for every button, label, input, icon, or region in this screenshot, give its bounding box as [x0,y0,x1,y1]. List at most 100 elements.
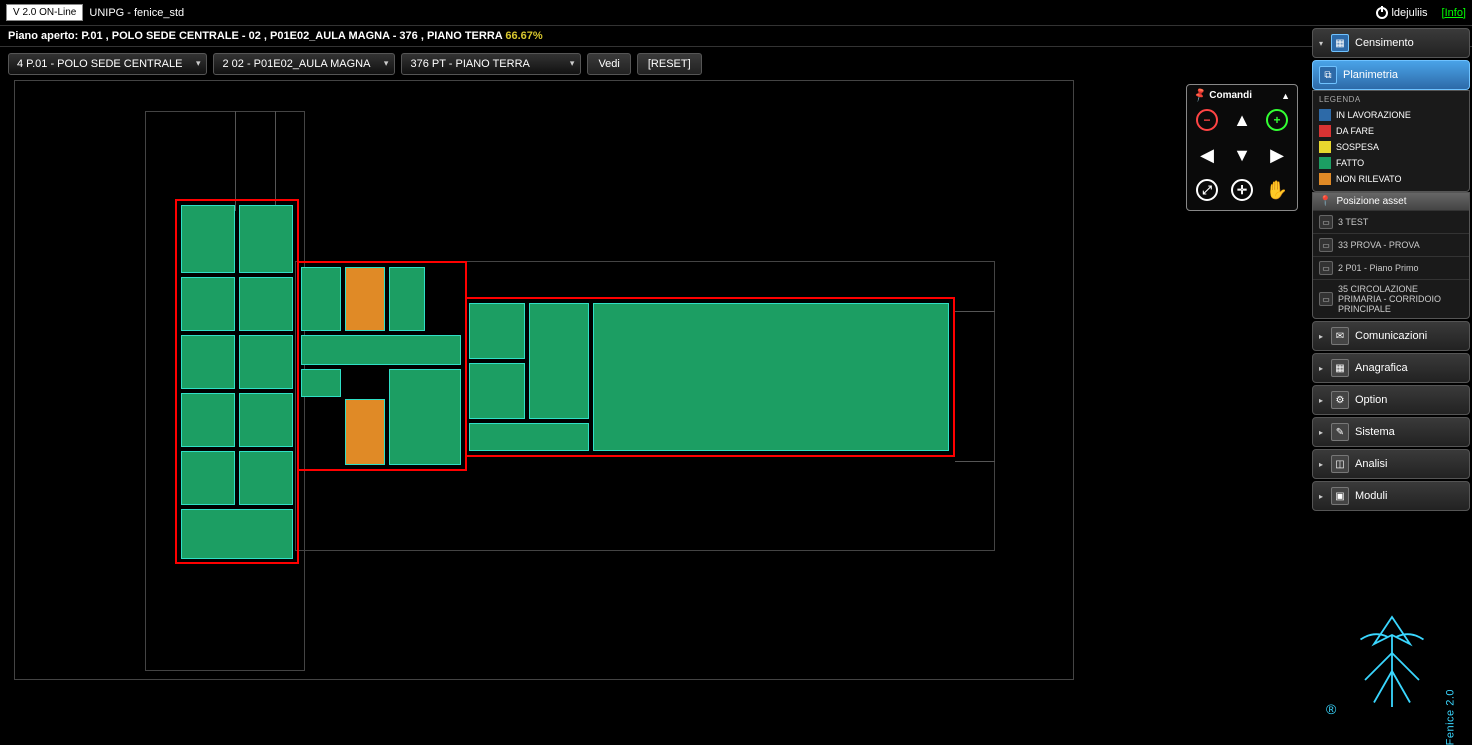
chevron-right-icon: ▸ [1319,396,1325,405]
sidebar-item-analisi[interactable]: ▸ ◫ Analisi [1312,449,1470,479]
room[interactable] [529,303,589,419]
legend-panel: LEGENDA IN LAVORAZIONE DA FARE SOSPESA F… [1312,90,1470,192]
room[interactable] [345,267,385,331]
user-session[interactable]: ldejuliis [1376,7,1427,19]
legend-swatch [1319,125,1331,137]
zoom-fit-button[interactable]: ⤢ [1191,174,1223,206]
pan-right-button[interactable]: ▶ [1261,139,1293,171]
sidebar: ▾ ▦ Censimento ⧉ Planimetria LEGENDA IN … [1312,28,1470,511]
progress-percent: 66.67% [505,30,542,42]
modules-icon: ▣ [1331,487,1349,505]
room[interactable] [301,369,341,397]
room[interactable] [181,393,235,447]
edificio-select[interactable]: 2 02 - P01E02_AULA MAGNA [213,53,395,75]
room[interactable] [181,277,235,331]
sidebar-item-moduli[interactable]: ▸ ▣ Moduli [1312,481,1470,511]
room[interactable] [301,267,341,331]
piano-select[interactable]: 376 PT - PIANO TERRA [401,53,581,75]
sidebar-item-anagrafica[interactable]: ▸ ▦ Anagrafica [1312,353,1470,383]
asset-header[interactable]: 📍 Posizione asset [1313,193,1469,210]
room[interactable] [389,369,461,465]
sidebar-item-comunicazioni[interactable]: ▸ ✉ Comunicazioni [1312,321,1470,351]
tools-icon: ✎ [1331,423,1349,441]
legend-swatch [1319,141,1331,153]
room[interactable] [181,509,293,559]
zoom-out-button[interactable]: − [1191,104,1223,136]
building-icon: ▭ [1319,215,1333,229]
view-button[interactable]: Vedi [587,53,630,75]
gear-icon: ⚙ [1331,391,1349,409]
pan-up-button[interactable]: ▲ [1226,104,1258,136]
asset-item[interactable]: ▭33 PROVA - PROVA [1313,233,1469,256]
breadcrumb-path: P.01 , POLO SEDE CENTRALE - 02 , P01E02_… [81,30,502,42]
room[interactable] [239,277,293,331]
legend-swatch [1319,109,1331,121]
zoom-in-button[interactable]: + [1261,104,1293,136]
hand-tool-button[interactable]: ✋ [1261,174,1293,206]
chevron-right-icon: ▸ [1319,492,1325,501]
legend-label: DA FARE [1336,126,1374,136]
asset-item[interactable]: ▭35 CIRCOLAZIONE PRIMARIA - CORRIDOIO PR… [1313,279,1469,318]
floor-icon: ▭ [1319,261,1333,275]
commands-title: Comandi [1209,90,1252,101]
room[interactable] [239,205,293,273]
asset-header-label: Posizione asset [1336,196,1406,207]
pin-icon[interactable]: 📌 [1192,88,1208,104]
sidebar-item-label: Sistema [1355,426,1395,438]
polo-select[interactable]: 4 P.01 - POLO SEDE CENTRALE [8,53,207,75]
chevron-right-icon: ▸ [1319,428,1325,437]
legend-label: IN LAVORAZIONE [1336,110,1411,120]
corridor-icon: ▭ [1319,292,1333,306]
room[interactable] [389,267,425,331]
room[interactable] [593,303,949,451]
legend-swatch [1319,157,1331,169]
fenice-logo: ® Fenice 2.0 [1332,577,1452,717]
asset-item[interactable]: ▭2 P01 - Piano Primo [1313,256,1469,279]
legend-title: LEGENDA [1319,95,1463,104]
room[interactable] [181,335,235,389]
sidebar-item-sistema[interactable]: ▸ ✎ Sistema [1312,417,1470,447]
asset-panel: 📍 Posizione asset ▭ 3 TEST ▭33 PROVA - PR… [1312,192,1470,319]
pan-down-button[interactable]: ▼ [1226,139,1258,171]
zoom-center-button[interactable]: ✛ [1226,174,1258,206]
chevron-down-icon: ▾ [1319,39,1325,48]
room[interactable] [345,399,385,465]
asset-label: 3 TEST [1338,217,1368,227]
pan-left-button[interactable]: ◀ [1191,139,1223,171]
chat-icon: ✉ [1331,327,1349,345]
sidebar-item-option[interactable]: ▸ ⚙ Option [1312,385,1470,415]
room[interactable] [181,205,235,273]
floorplan-viewport[interactable] [14,80,1074,680]
room[interactable] [239,451,293,505]
sidebar-item-planimetria[interactable]: ⧉ Planimetria [1312,60,1470,90]
room[interactable] [181,451,235,505]
breadcrumb-label: Piano aperto: [8,30,78,42]
sidebar-item-label: Moduli [1355,490,1387,502]
room[interactable] [239,335,293,389]
reset-button[interactable]: [RESET] [637,53,702,75]
room[interactable] [469,423,589,451]
building-icon: ▭ [1319,238,1333,252]
room[interactable] [301,335,461,365]
sidebar-item-label: Anagrafica [1355,362,1408,374]
list-icon: ▦ [1331,359,1349,377]
pin-icon: 📍 [1319,196,1331,207]
room[interactable] [239,393,293,447]
room[interactable] [469,363,525,419]
collapse-icon[interactable]: ▲ [1281,91,1290,101]
room[interactable] [469,303,525,359]
user-name: ldejuliis [1391,7,1427,19]
asset-item[interactable]: ▭ 3 TEST [1313,210,1469,233]
sidebar-item-label: Censimento [1355,37,1414,49]
phoenix-icon [1347,607,1437,717]
clipboard-icon: ▦ [1331,34,1349,52]
legend-label: SOSPESA [1336,142,1379,152]
info-link[interactable]: [Info] [1442,7,1466,19]
sidebar-item-censimento[interactable]: ▾ ▦ Censimento [1312,28,1470,58]
logo-text: Fenice 2.0 [1444,689,1456,745]
chart-icon: ◫ [1331,455,1349,473]
topbar: V 2.0 ON-Line UNIPG - fenice_std ldejuli… [0,0,1472,26]
breadcrumb-bar: Piano aperto: P.01 , POLO SEDE CENTRALE … [0,26,1472,47]
legend-label: FATTO [1336,158,1364,168]
version-badge: V 2.0 ON-Line [6,4,83,21]
